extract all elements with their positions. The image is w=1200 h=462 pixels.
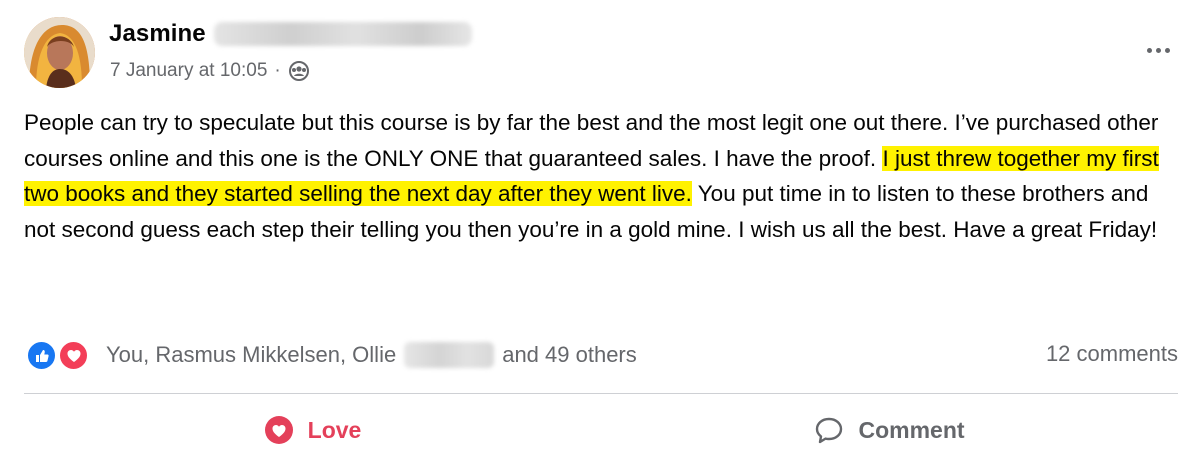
author-row: Jasmine (109, 20, 472, 48)
facebook-post: Jasmine 7 January at 10:05 · People can … (0, 0, 1200, 462)
audience-icon[interactable] (288, 60, 310, 82)
divider (24, 393, 1178, 394)
love-reaction-icon (58, 340, 89, 371)
more-options-icon[interactable] (1138, 36, 1178, 64)
redacted-name (404, 342, 495, 368)
like-reaction-icon (26, 340, 57, 371)
post-meta: 7 January at 10:05 · (110, 60, 310, 82)
comments-count[interactable]: 12 comments (1046, 341, 1178, 367)
reactions-summary: You, Rasmus Mikkelsen, Ollie and 49 othe… (26, 338, 1178, 372)
reactors-others: and 49 others (502, 342, 637, 367)
comment-button[interactable]: Comment (601, 404, 1178, 456)
reactors-names: You, Rasmus Mikkelsen, Ollie (106, 342, 397, 367)
reactors-list[interactable]: You, Rasmus Mikkelsen, Ollie and 49 othe… (106, 342, 637, 368)
post-timestamp[interactable]: 7 January at 10:05 (110, 60, 267, 82)
reaction-icons[interactable] (26, 339, 94, 371)
avatar[interactable] (24, 17, 95, 88)
redacted-surname (213, 22, 472, 46)
comment-label: Comment (858, 416, 965, 443)
author-name[interactable]: Jasmine (109, 20, 206, 48)
post-text: People can try to speculate but this cou… (24, 105, 1184, 247)
love-label: Love (307, 416, 362, 443)
comment-icon (814, 415, 844, 445)
post-actions: Love Comment (24, 404, 1178, 456)
love-icon (264, 415, 294, 445)
meta-separator: · (274, 60, 281, 81)
love-button[interactable]: Love (24, 404, 601, 456)
